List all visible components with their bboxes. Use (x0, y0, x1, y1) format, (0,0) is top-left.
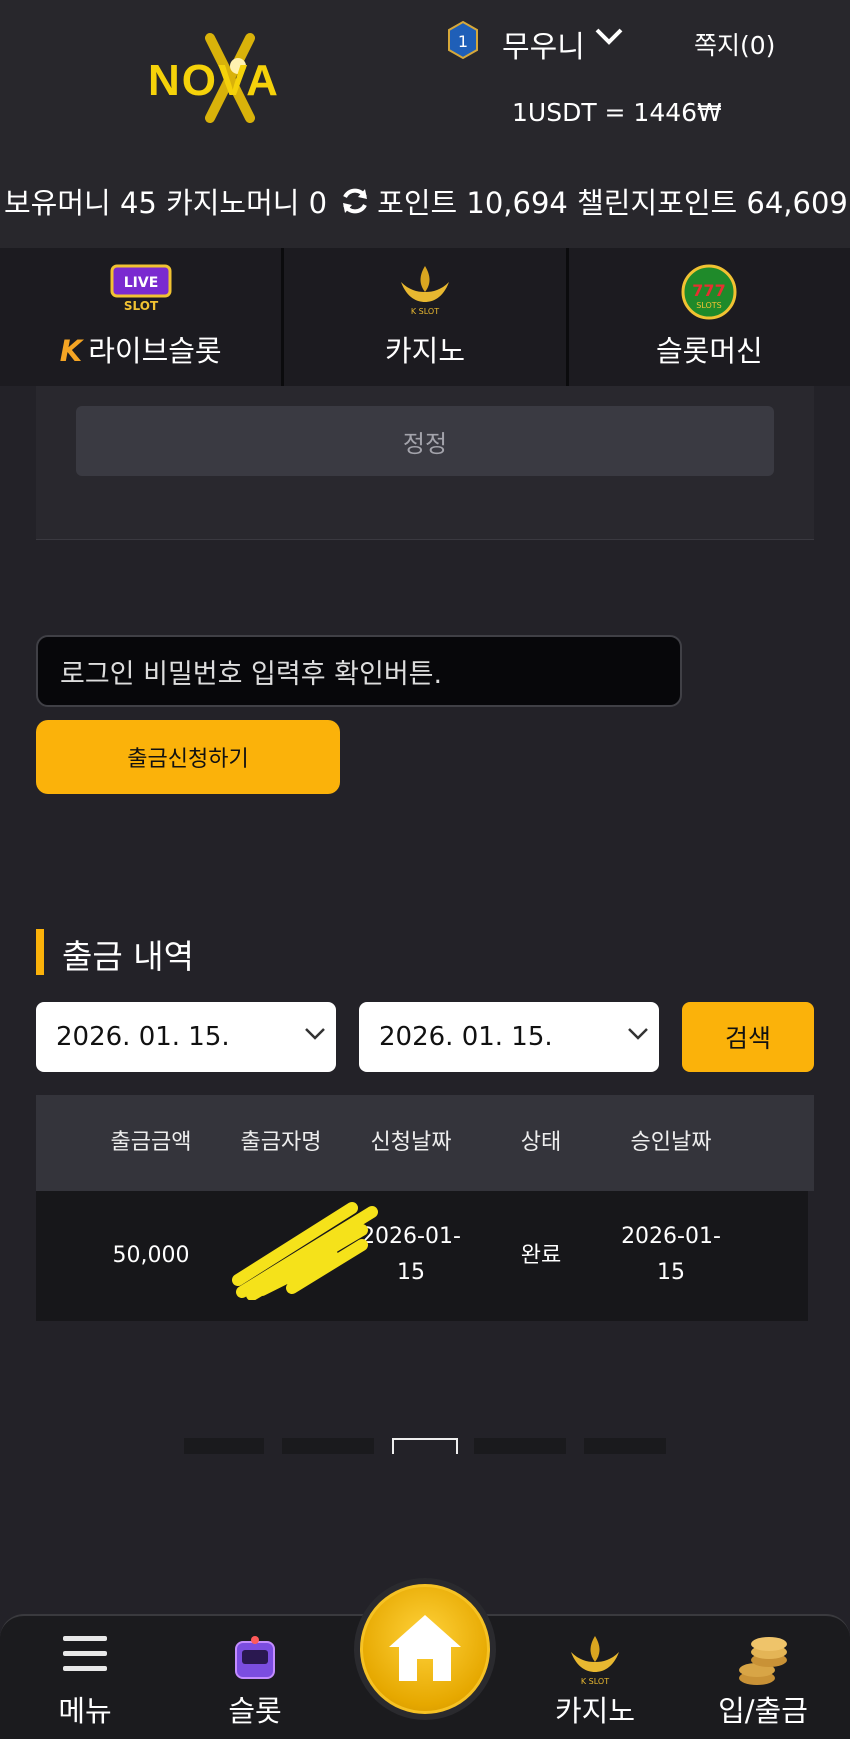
page-button-current[interactable] (392, 1438, 458, 1454)
nav-label: 슬롯 (228, 1694, 282, 1728)
balance-bar: 보유머니 45 카지노머니 0 포인트 10,694 챌린지포인트 64,609 (4, 180, 848, 222)
column-header: 상태 (520, 1130, 562, 1155)
svg-text:K SLOT: K SLOT (411, 307, 439, 316)
date-to-value: 2026. 01. 15. (379, 1022, 553, 1052)
date-from-select[interactable]: 2026. 01. 15. (36, 1002, 336, 1072)
search-button[interactable]: 검색 (682, 1002, 814, 1072)
correct-button[interactable]: 정정 (76, 406, 774, 476)
nav-label: 메뉴 (58, 1694, 112, 1728)
withdraw-request-button[interactable]: 출금신청하기 (36, 720, 340, 794)
coins-icon (739, 1637, 787, 1685)
table-header: 출금금액 출금자명 신청날짜 상태 승인날짜 (36, 1095, 814, 1191)
date-to-select[interactable]: 2026. 01. 15. (359, 1002, 659, 1072)
chevron-down-icon (305, 1028, 325, 1040)
section-title: 출금 내역 (62, 937, 194, 976)
nav-slot[interactable]: 슬롯 (180, 1616, 330, 1739)
svg-text:LIVE: LIVE (123, 275, 158, 291)
status-cell: 완료 (520, 1243, 562, 1268)
form-panel: 정정 (36, 386, 814, 540)
username[interactable]: 무우니 (502, 22, 585, 66)
section-accent-bar (36, 929, 44, 975)
home-button[interactable] (360, 1584, 490, 1714)
chevron-down-icon[interactable] (594, 26, 624, 48)
svg-text:1: 1 (458, 32, 468, 51)
top-header: NOVA 1 무우니 쪽지(0) 1USDT = 1446₩ 보유머니 45 카… (0, 0, 850, 248)
chevron-down-icon (628, 1028, 648, 1040)
tab-label: 라이브슬롯 (88, 334, 222, 368)
k-slot-icon: K SLOT (571, 1636, 619, 1686)
k-slot-icon: K SLOT (400, 266, 449, 316)
hamburger-menu-icon (63, 1636, 107, 1671)
svg-text:SLOTS: SLOTS (697, 301, 723, 310)
777-slots-icon: 777 SLOTS (681, 264, 737, 320)
tab-label: 슬롯머신 (655, 334, 763, 368)
password-input[interactable]: 로그인 비밀번호 입력후 확인버튼. (36, 635, 682, 707)
home-button-wrap (354, 1578, 496, 1720)
svg-text:SLOT: SLOT (124, 299, 159, 313)
refresh-icon[interactable] (339, 185, 371, 217)
column-header: 신청날짜 (370, 1130, 452, 1155)
page-button-last[interactable] (584, 1438, 666, 1454)
page-button-prev[interactable] (282, 1438, 374, 1454)
approve-date-line: 15 (657, 1260, 685, 1285)
redaction-scribble (232, 1202, 378, 1300)
column-header: 출금금액 (110, 1130, 192, 1155)
home-icon (389, 1615, 461, 1681)
column-header: 승인날짜 (630, 1130, 712, 1155)
nav-label: 입/출금 (718, 1694, 808, 1728)
nav-deposit-withdraw[interactable]: 입/출금 (688, 1616, 838, 1739)
page-button-first[interactable] (184, 1438, 264, 1454)
nav-label: 카지노 (554, 1694, 636, 1728)
live-slot-icon: LIVE SLOT (110, 264, 172, 313)
tab-slot-machine[interactable]: 777 SLOTS 슬롯머신 (569, 248, 850, 386)
exchange-rate: 1USDT = 1446₩ (512, 98, 722, 127)
category-tabs: LIVE SLOT K 라이브슬롯 K SLOT 카지노 777 SLOTS 슬롯… (0, 248, 850, 386)
challenge-points: 챌린지포인트 64,609 (577, 186, 848, 220)
messages-link[interactable]: 쪽지(0) (694, 26, 775, 62)
nav-menu[interactable]: 메뉴 (10, 1616, 160, 1739)
casino-money: 카지노머니 0 (166, 186, 328, 220)
approve-date-cell: 2026-01- 15 (616, 1219, 726, 1291)
logo-text: NOVA (148, 56, 280, 105)
svg-text:777: 777 (693, 281, 726, 300)
holding-money: 보유머니 45 (4, 186, 157, 220)
table-row: 50,000 2026-01- 15 완료 2026-01- 15 (36, 1191, 808, 1321)
tab-live-slot[interactable]: LIVE SLOT K 라이브슬롯 (0, 248, 285, 386)
approve-date-line: 2026-01- (621, 1224, 721, 1249)
k-badge-icon: K (59, 334, 83, 368)
tab-casino[interactable]: K SLOT 카지노 (284, 248, 569, 386)
svg-text:K SLOT: K SLOT (581, 1677, 609, 1686)
level-badge-icon: 1 (448, 20, 478, 60)
date-from-value: 2026. 01. 15. (56, 1022, 230, 1052)
column-header: 출금자명 (240, 1130, 322, 1155)
amount-cell: 50,000 (112, 1243, 190, 1268)
slot-machine-icon (235, 1636, 275, 1679)
tab-label: 카지노 (384, 334, 466, 368)
page-button-next[interactable] (474, 1438, 566, 1454)
points: 포인트 10,694 (377, 186, 568, 220)
nova-logo[interactable]: NOVA (140, 28, 320, 128)
nav-casino[interactable]: K SLOT 카지노 (520, 1616, 670, 1739)
